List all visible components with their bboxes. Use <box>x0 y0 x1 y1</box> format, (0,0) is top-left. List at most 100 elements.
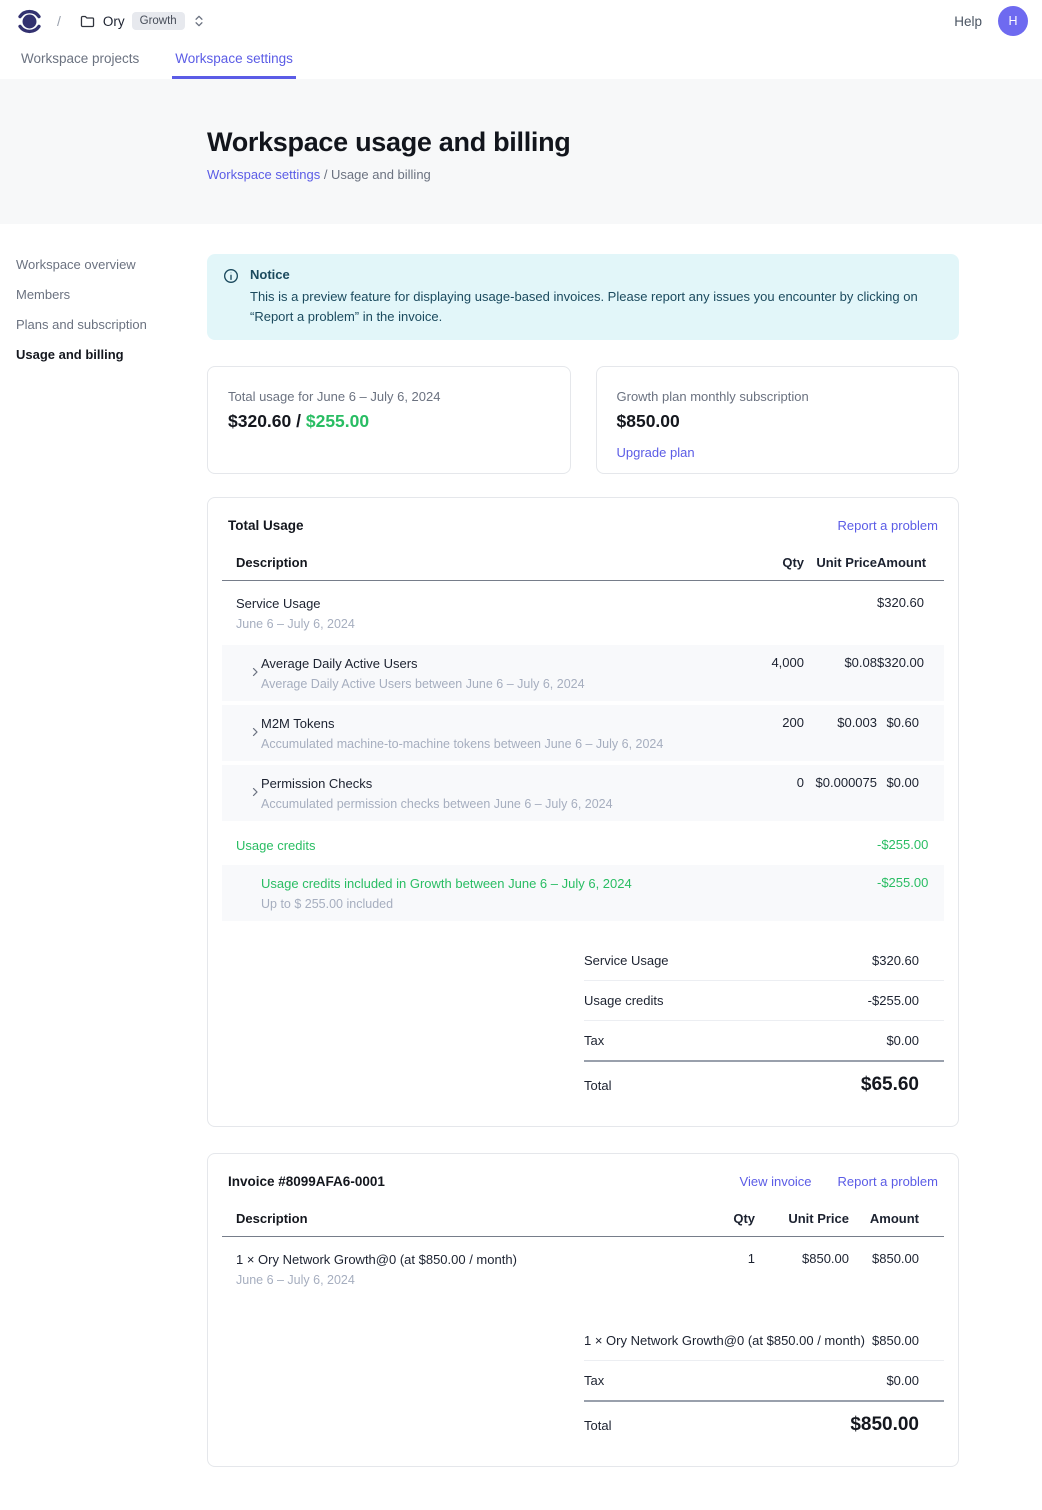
page-hero: Workspace usage and billing Workspace se… <box>0 79 1042 224</box>
usage-table-header: Description Qty Unit Price Amount <box>222 555 944 581</box>
topbar-left: / Ory Growth <box>16 8 208 35</box>
summary-value: $320.60 <box>872 953 919 968</box>
avatar[interactable]: H <box>998 6 1028 36</box>
col-description: Description <box>222 555 729 570</box>
page-title: Workspace usage and billing <box>207 127 1042 158</box>
usage-credits-row: Usage credits -$255.00 <box>222 825 944 865</box>
usage-row-title: Permission Checks <box>261 775 613 792</box>
usage-included-amount: $255.00 <box>306 411 369 431</box>
usage-credits-amount: -$255.00 <box>877 837 944 852</box>
sidebar-item-workspace-overview[interactable]: Workspace overview <box>16 256 207 273</box>
credits-detail-amount: -$255.00 <box>877 875 944 890</box>
folder-icon <box>79 13 96 30</box>
topbar-right: Help H <box>954 6 1028 36</box>
usage-row-unit-price: $0.000075 <box>804 775 877 790</box>
breadcrumb: Workspace settings / Usage and billing <box>207 167 1042 182</box>
breadcrumb-settings-link[interactable]: Workspace settings <box>207 167 320 182</box>
settings-sidebar: Workspace overview Members Plans and sub… <box>16 254 207 1493</box>
ory-logo-icon[interactable] <box>16 8 43 35</box>
col-unit-price: Unit Price <box>755 1211 849 1226</box>
summary-label: Tax <box>584 1373 604 1388</box>
total-usage-panel: Total Usage Report a problem Description… <box>207 497 959 1127</box>
usage-row-permission-checks: Permission Checks Accumulated permission… <box>222 765 944 821</box>
invoice-table-header: Description Qty Unit Price Amount <box>222 1211 944 1237</box>
usage-row-subtitle: Accumulated machine-to-machine tokens be… <box>261 736 663 752</box>
summary-row-service-usage: Service Usage $320.60 <box>584 941 944 980</box>
topbar: / Ory Growth Help H <box>0 0 1042 42</box>
notice-title: Notice <box>250 267 940 282</box>
invoice-title: Invoice #8099AFA6-0001 <box>228 1174 385 1189</box>
main-content: Notice This is a preview feature for dis… <box>207 254 959 1493</box>
invoice-line-item-row: 1 × Ory Network Growth@0 (at $850.00 / m… <box>222 1237 944 1301</box>
total-usage-label: Total usage for June 6 – July 6, 2024 <box>228 389 550 404</box>
usage-row-amount: $320.00 <box>877 655 944 670</box>
credits-detail-subtitle: Up to $ 255.00 included <box>261 896 729 912</box>
invoice-report-problem-link[interactable]: Report a problem <box>838 1174 938 1189</box>
usage-row-qty: 200 <box>729 715 804 730</box>
usage-row-amount: $0.00 <box>877 775 944 790</box>
usage-total-row: Total $65.60 <box>584 1060 944 1102</box>
col-qty: Qty <box>729 555 804 570</box>
tab-workspace-settings[interactable]: Workspace settings <box>172 42 296 79</box>
summary-row-tax: Tax $0.00 <box>584 1020 944 1060</box>
workspace-switcher[interactable]: Ory Growth <box>77 8 208 34</box>
summary-row-usage-credits: Usage credits -$255.00 <box>584 980 944 1020</box>
usage-row-unit-price: $0.08 <box>804 655 877 670</box>
view-invoice-link[interactable]: View invoice <box>740 1174 812 1189</box>
summary-value: -$255.00 <box>868 993 919 1008</box>
usage-row-subtitle: Accumulated permission checks between Ju… <box>261 796 613 812</box>
notice-content: Notice This is a preview feature for dis… <box>250 267 940 326</box>
usage-row-average-daily-active-users: Average Daily Active Users Average Daily… <box>222 645 944 701</box>
workspace-name: Ory <box>103 14 125 29</box>
expand-chevron-right-icon[interactable] <box>249 666 261 678</box>
invoice-summary: 1 × Ory Network Growth@0 (at $850.00 / m… <box>584 1321 944 1442</box>
usage-row-amount: $0.60 <box>877 715 944 730</box>
info-icon <box>223 268 239 326</box>
usage-row-qty: 0 <box>729 775 804 790</box>
col-description: Description <box>222 1211 680 1226</box>
notice-banner: Notice This is a preview feature for dis… <box>207 254 959 340</box>
notice-body: This is a preview feature for displaying… <box>250 287 940 326</box>
upgrade-plan-link[interactable]: Upgrade plan <box>617 445 695 460</box>
usage-row-m2m-tokens: M2M Tokens Accumulated machine-to-machin… <box>222 705 944 761</box>
usage-row-subtitle: Average Daily Active Users between June … <box>261 676 585 692</box>
plan-label: Growth plan monthly subscription <box>617 389 939 404</box>
invoice-panel-header: Invoice #8099AFA6-0001 View invoice Repo… <box>222 1174 944 1189</box>
total-usage-amount: $320.60 / $255.00 <box>228 411 550 432</box>
usage-row-qty: 4,000 <box>729 655 804 670</box>
plan-amount: $850.00 <box>617 411 939 432</box>
workspace-tabs: Workspace projects Workspace settings <box>0 42 1042 79</box>
invoice-item-unit-price: $850.00 <box>755 1251 849 1266</box>
usage-credits-title: Usage credits <box>236 837 729 854</box>
summary-label: 1 × Ory Network Growth@0 (at $850.00 / m… <box>584 1333 865 1348</box>
usage-row-title: Average Daily Active Users <box>261 655 585 672</box>
usage-panel-title: Total Usage <box>228 518 304 533</box>
expand-chevron-right-icon[interactable] <box>249 786 261 798</box>
help-link[interactable]: Help <box>954 14 982 29</box>
tab-workspace-projects[interactable]: Workspace projects <box>18 42 142 79</box>
service-usage-amount: $320.60 <box>877 595 944 610</box>
summary-label: Usage credits <box>584 993 663 1008</box>
summary-row-plan: 1 × Ory Network Growth@0 (at $850.00 / m… <box>584 1321 944 1360</box>
sidebar-item-plans-and-subscription[interactable]: Plans and subscription <box>16 316 207 333</box>
sidebar-item-usage-and-billing[interactable]: Usage and billing <box>16 346 207 363</box>
invoice-item-amount: $850.00 <box>849 1251 944 1266</box>
credits-detail-title: Usage credits included in Growth between… <box>261 875 729 892</box>
summary-value: $0.00 <box>886 1033 919 1048</box>
total-label: Total <box>584 1078 611 1093</box>
service-usage-row: Service Usage June 6 – July 6, 2024 $320… <box>222 581 944 645</box>
invoice-panel: Invoice #8099AFA6-0001 View invoice Repo… <box>207 1153 959 1467</box>
total-value: $850.00 <box>850 1414 919 1436</box>
sidebar-item-members[interactable]: Members <box>16 286 207 303</box>
summary-value: $850.00 <box>872 1333 919 1348</box>
usage-amount-separator: / <box>291 411 306 431</box>
usage-summary: Service Usage $320.60 Usage credits -$25… <box>584 941 944 1102</box>
total-usage-card: Total usage for June 6 – July 6, 2024 $3… <box>207 366 571 474</box>
summary-row-tax: Tax $0.00 <box>584 1360 944 1400</box>
usage-report-problem-link[interactable]: Report a problem <box>838 518 938 533</box>
service-usage-title: Service Usage <box>236 595 729 612</box>
expand-chevron-right-icon[interactable] <box>249 726 261 738</box>
invoice-item-qty: 1 <box>680 1251 755 1266</box>
summary-label: Service Usage <box>584 953 669 968</box>
plan-subscription-card: Growth plan monthly subscription $850.00… <box>596 366 960 474</box>
